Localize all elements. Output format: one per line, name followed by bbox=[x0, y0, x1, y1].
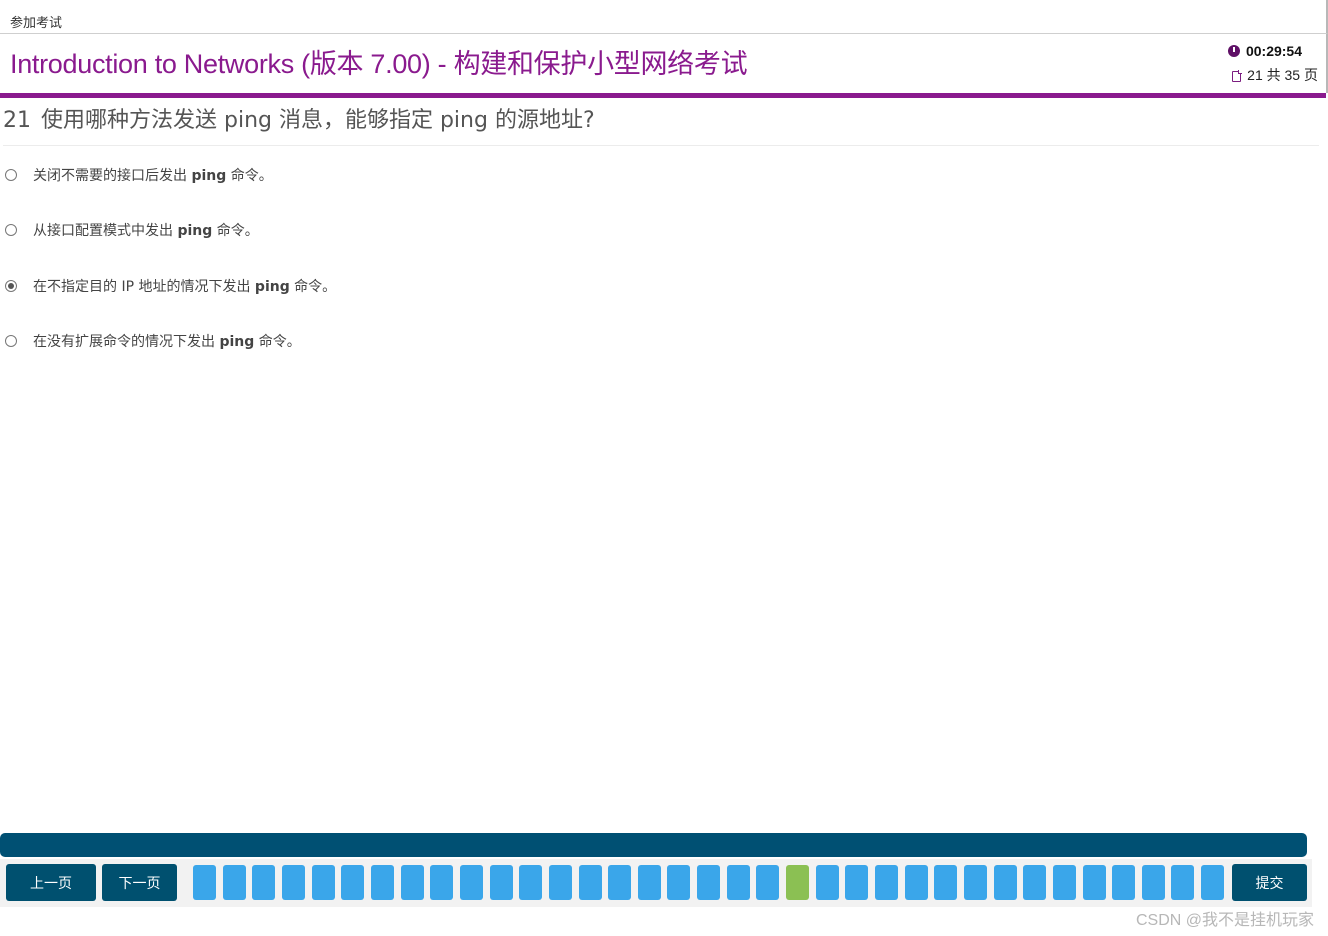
question-nav-item[interactable] bbox=[222, 865, 246, 900]
radio-button-selected[interactable] bbox=[5, 280, 17, 292]
question-nav-item[interactable] bbox=[874, 865, 898, 900]
answer-option-label: 关闭不需要的接口后发出 ping 命令。 bbox=[33, 168, 273, 184]
question-nav-item[interactable] bbox=[578, 865, 602, 900]
page-indicator: 21 共 35 页 bbox=[1232, 65, 1318, 85]
breadcrumb[interactable]: 参加考试 bbox=[10, 12, 62, 31]
question-nav-item[interactable] bbox=[637, 865, 661, 900]
question-nav-item[interactable] bbox=[1052, 865, 1076, 900]
question-nav-item[interactable] bbox=[756, 865, 780, 900]
question-nav-item[interactable] bbox=[608, 865, 632, 900]
page-indicator-text: 21 共 35 页 bbox=[1247, 67, 1318, 83]
question-nav-item[interactable] bbox=[667, 865, 691, 900]
question-nav-item[interactable] bbox=[1201, 865, 1225, 900]
previous-page-button[interactable]: 上一页 bbox=[6, 864, 96, 901]
question-nav-item[interactable] bbox=[1112, 865, 1136, 900]
question-nav-item[interactable] bbox=[726, 865, 750, 900]
question-prompt: 21 使用哪种方法发送 ping 消息，能够指定 ping 的源地址? bbox=[3, 102, 595, 134]
question-nav-item[interactable] bbox=[459, 865, 483, 900]
question-nav-item[interactable] bbox=[489, 865, 513, 900]
answer-option-2[interactable]: 从接口配置模式中发出 ping 命令。 bbox=[5, 220, 259, 240]
progress-bar bbox=[0, 833, 1307, 857]
question-nav-item[interactable] bbox=[993, 865, 1017, 900]
radio-button[interactable] bbox=[5, 169, 17, 181]
question-nav-item[interactable] bbox=[845, 865, 869, 900]
question-nav-item[interactable] bbox=[548, 865, 572, 900]
answer-option-4[interactable]: 在没有扩展命令的情况下发出 ping 命令。 bbox=[5, 331, 301, 351]
question-number: 21 bbox=[3, 108, 31, 133]
radio-button[interactable] bbox=[5, 335, 17, 347]
radio-button[interactable] bbox=[5, 224, 17, 236]
question-nav-item[interactable] bbox=[281, 865, 305, 900]
question-text: 使用哪种方法发送 ping 消息，能够指定 ping 的源地址? bbox=[41, 108, 595, 133]
answer-option-label: 在不指定目的 IP 地址的情况下发出 ping 命令。 bbox=[33, 279, 337, 295]
question-nav-item[interactable] bbox=[252, 865, 276, 900]
question-nav-item[interactable] bbox=[370, 865, 394, 900]
question-nav-item[interactable] bbox=[697, 865, 720, 900]
question-nav-item[interactable] bbox=[1141, 865, 1165, 900]
question-nav-item[interactable] bbox=[934, 865, 958, 900]
timer-value: 00:29:54 bbox=[1245, 43, 1302, 59]
submit-button[interactable]: 提交 bbox=[1232, 864, 1307, 901]
answer-option-3[interactable]: 在不指定目的 IP 地址的情况下发出 ping 命令。 bbox=[5, 276, 336, 296]
page-title: Introduction to Networks (版本 7.00) - 构建和… bbox=[10, 49, 748, 79]
question-nav-item[interactable] bbox=[341, 865, 365, 900]
question-nav-item[interactable] bbox=[1082, 865, 1106, 900]
answer-option-label: 在没有扩展命令的情况下发出 ping 命令。 bbox=[33, 334, 301, 350]
question-nav-current[interactable] bbox=[786, 865, 809, 900]
clock-icon bbox=[1227, 45, 1240, 57]
question-nav-item[interactable] bbox=[1023, 865, 1047, 900]
question-nav-item[interactable] bbox=[519, 865, 543, 900]
question-nav-item[interactable] bbox=[430, 865, 454, 900]
document-icon bbox=[1232, 69, 1243, 82]
top-bar: 参加考试 bbox=[0, 0, 1328, 34]
header-divider bbox=[0, 93, 1326, 98]
question-nav-item[interactable] bbox=[311, 865, 335, 900]
question-nav-item[interactable] bbox=[963, 865, 987, 900]
question-nav-item[interactable] bbox=[1171, 865, 1195, 900]
question-divider bbox=[3, 145, 1319, 146]
answer-option-label: 从接口配置模式中发出 ping 命令。 bbox=[33, 223, 259, 239]
exam-header: Introduction to Networks (版本 7.00) - 构建和… bbox=[0, 34, 1328, 93]
exam-footer: 上一页 下一页 提交 bbox=[0, 859, 1312, 907]
question-nav-item[interactable] bbox=[193, 865, 216, 900]
question-nav-item[interactable] bbox=[400, 865, 424, 900]
next-page-button[interactable]: 下一页 bbox=[102, 864, 177, 901]
timer: 00:29:54 bbox=[1227, 43, 1302, 59]
question-nav-item[interactable] bbox=[904, 865, 928, 900]
watermark: CSDN @我不是挂机玩家 bbox=[1135, 912, 1314, 929]
question-nav-item[interactable] bbox=[815, 865, 839, 900]
answer-option-1[interactable]: 关闭不需要的接口后发出 ping 命令。 bbox=[5, 165, 273, 185]
